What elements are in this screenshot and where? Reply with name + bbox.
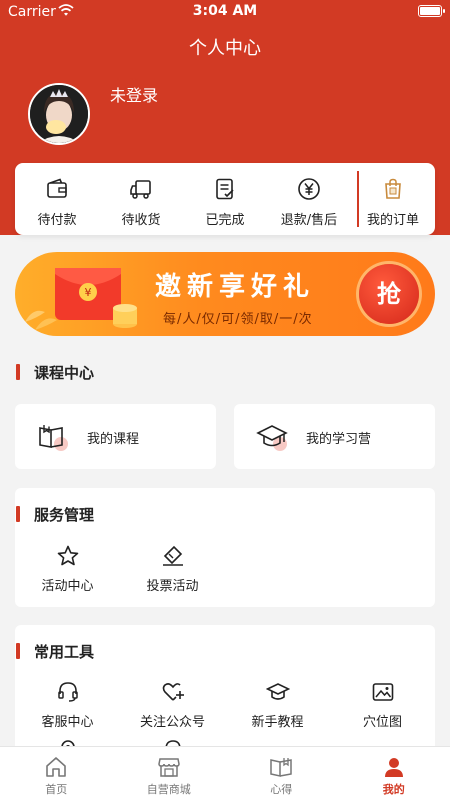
grid-label: 投票活动: [146, 579, 199, 594]
order-label: 已完成: [205, 213, 245, 228]
red-envelope-icon: ¥: [25, 268, 137, 330]
home-icon: [46, 757, 66, 777]
avatar[interactable]: [28, 83, 90, 145]
tab-label: 首页: [45, 783, 68, 796]
avatar-photo: [30, 85, 88, 143]
tab-bar: 首页 自营商城 心得 我的: [0, 746, 450, 800]
checklist-icon: [216, 178, 234, 200]
grid-label: 活动中心: [41, 579, 94, 594]
grid-label: 新手教程: [251, 715, 304, 730]
open-book-icon: [39, 425, 68, 451]
tab-label: 我的: [382, 783, 405, 796]
order-label: 待付款: [37, 213, 77, 228]
ticket-icon: [163, 545, 183, 566]
login-status[interactable]: 未登录: [110, 82, 158, 106]
order-refund[interactable]: 退款/售后: [267, 163, 351, 235]
tab-notes[interactable]: 心得: [225, 747, 338, 800]
banner-title: 邀新享好礼: [155, 272, 316, 302]
customer-service[interactable]: 客服中心: [15, 680, 120, 730]
beginner-tutorial[interactable]: 新手教程: [225, 680, 330, 730]
yuan-circle-icon: [298, 178, 320, 200]
section-title-tools: 常用工具: [16, 641, 94, 662]
book-icon: [270, 758, 292, 777]
section-title-course: 课程中心: [16, 362, 94, 383]
vote-activity[interactable]: 投票活动: [120, 544, 225, 594]
tab-store[interactable]: 自营商城: [113, 747, 226, 800]
follow-official-account[interactable]: 关注公众号: [120, 680, 225, 730]
order-label: 我的订单: [366, 213, 419, 228]
tab-mine[interactable]: 我的: [338, 747, 450, 800]
my-camp-card[interactable]: 我的学习营: [234, 404, 435, 469]
course-label: 我的学习营: [306, 432, 372, 447]
status-time: 3:04 AM: [192, 3, 258, 19]
order-label: 待收货: [121, 213, 161, 228]
tab-label: 自营商城: [146, 783, 191, 796]
invite-banner[interactable]: ¥ 邀新享好礼 每/人/仅/可/领/取/一/次 抢: [15, 252, 435, 336]
heart-plus-icon: [162, 683, 184, 701]
section-title-service: 服务管理: [16, 504, 94, 525]
svg-text:¥: ¥: [85, 286, 92, 299]
grid-label: 关注公众号: [139, 715, 205, 730]
wallet-icon: [47, 178, 67, 198]
mortarboard-icon: [266, 683, 290, 700]
page-title: 个人中心: [189, 38, 261, 59]
grid-label: 穴位图: [362, 715, 402, 730]
course-label: 我的课程: [87, 432, 140, 447]
banner-subtitle: 每/人/仅/可/领/取/一/次: [163, 312, 313, 327]
acupoint-chart[interactable]: 穴位图: [330, 680, 435, 730]
my-orders[interactable]: 我的订单: [351, 163, 435, 235]
tab-home[interactable]: 首页: [0, 747, 113, 800]
tab-label: 心得: [270, 783, 293, 796]
order-pending-receipt[interactable]: 待收货: [99, 163, 183, 235]
battery-icon: [418, 5, 445, 17]
user-icon: [384, 758, 403, 777]
grab-button[interactable]: 抢: [359, 264, 419, 324]
headset-icon: [58, 682, 78, 702]
truck-icon: [130, 180, 151, 199]
tools-panel: 常用工具 客服中心 关注公众号 新手教程 穴位图: [15, 625, 435, 765]
order-label: 退款/售后: [280, 213, 338, 228]
shopping-bag-icon: [385, 178, 401, 199]
store-icon: [157, 758, 180, 777]
graduation-cap-icon: [256, 425, 288, 451]
image-icon: [372, 683, 394, 701]
service-panel: 服务管理 活动中心 投票活动: [15, 488, 435, 607]
star-icon: [57, 545, 79, 566]
activity-center[interactable]: 活动中心: [15, 544, 120, 594]
orders-card: 待付款 待收货 已完成 退款/售后 我的订单: [15, 163, 435, 235]
status-bar: Carrier 3:04 AM: [0, 0, 450, 24]
order-pending-payment[interactable]: 待付款: [15, 163, 99, 235]
order-completed[interactable]: 已完成: [183, 163, 267, 235]
my-courses-card[interactable]: 我的课程: [15, 404, 216, 469]
grid-label: 客服中心: [41, 715, 94, 730]
